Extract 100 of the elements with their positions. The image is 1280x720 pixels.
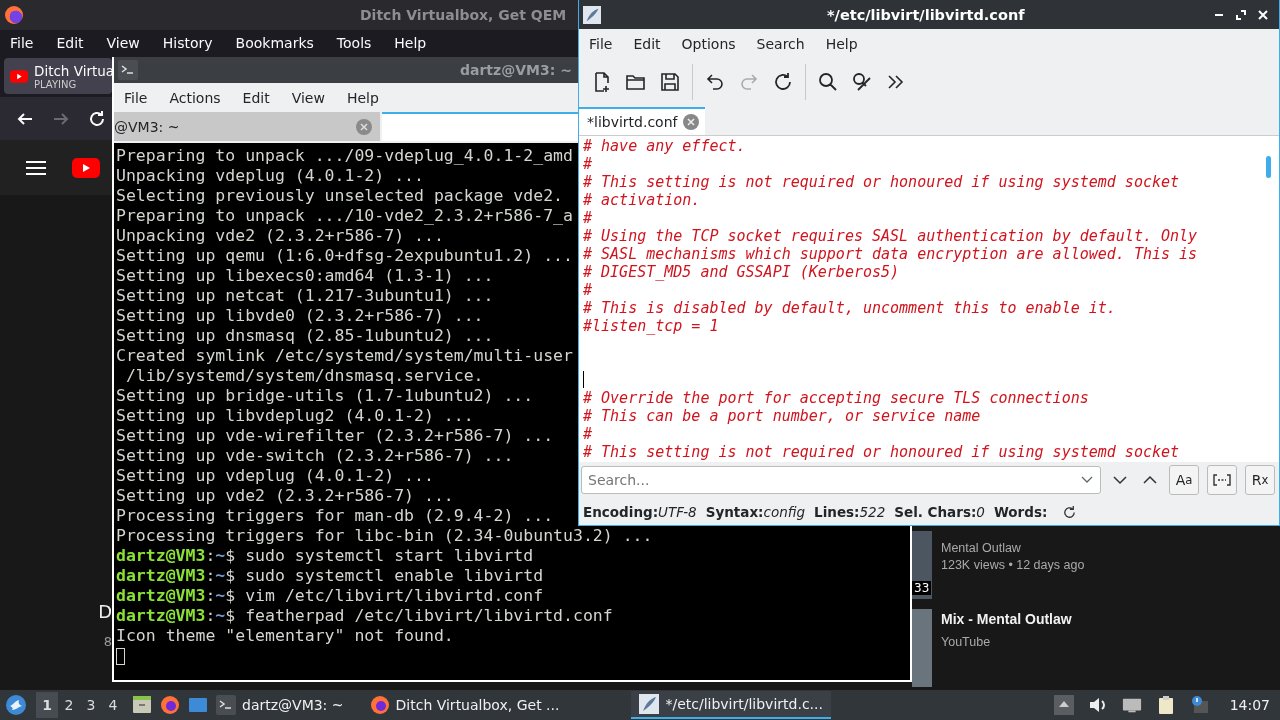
chevron-down-icon[interactable] xyxy=(1113,475,1127,485)
terminal-line: Created symlink /etc/systemd/system/multi-user xyxy=(116,346,573,366)
notification-icon[interactable] xyxy=(1189,695,1210,715)
terminal-line: Setting up netcat (1.217-3ubuntu1) ... xyxy=(116,286,494,306)
code-line: # This setting is not required or honoured if using systemd socket xyxy=(583,443,1181,461)
window-title: dartz@VM3: ~ xyxy=(460,62,572,78)
code-line: # Override the port for accepting secure TLS connections xyxy=(583,389,1090,407)
channel-name: Mental Outlaw xyxy=(941,541,1022,555)
menu-item[interactable]: File xyxy=(589,36,613,52)
terminal-line: Setting up libvde0 (2.3.2+r586-7) ... xyxy=(116,306,484,326)
menu-item[interactable]: History xyxy=(162,34,213,51)
terminal-line: Setting up libvdeplug2 (4.0.1-2) ... xyxy=(116,406,474,426)
code-line: # xyxy=(583,209,594,227)
brackets-icon xyxy=(1213,474,1231,486)
play-icon xyxy=(10,69,28,83)
menu-item[interactable]: Help xyxy=(825,36,858,52)
browser-logo-icon xyxy=(5,6,23,24)
document-tab[interactable]: *libvirtd.conf xyxy=(579,107,705,135)
taskbar-task[interactable]: dartz@VM3: ~ xyxy=(208,691,352,719)
play-logo-icon[interactable] xyxy=(72,157,100,178)
close-icon[interactable] xyxy=(1257,8,1269,21)
terminal-line: Unpacking vdeplug (4.0.1-2) ... xyxy=(116,166,424,186)
video-thumbnail[interactable] xyxy=(912,609,932,687)
clock[interactable]: 14:07 xyxy=(1229,697,1270,713)
code-line: # activation. xyxy=(583,191,702,209)
code-line: # xyxy=(583,425,594,443)
terminal-line: Selecting previously unselected package vde2. xyxy=(116,186,564,206)
status-item: Syntax:config xyxy=(705,504,806,520)
reload-icon[interactable] xyxy=(87,108,107,129)
taskbar-task[interactable]: Ditch Virtualbox, Get ... xyxy=(361,691,568,719)
terminal-line: Setting up vde-switch (2.3.2+r586-7) ... xyxy=(116,446,514,466)
menu-item[interactable]: Edit xyxy=(242,89,270,106)
chevron-up-icon[interactable] xyxy=(1143,475,1157,485)
fox-globe-icon[interactable] xyxy=(160,695,180,715)
duration-label: 33 xyxy=(912,581,932,595)
menu-item[interactable]: Tools xyxy=(336,34,372,51)
code-line: # xyxy=(583,155,594,173)
menu-item[interactable]: Search xyxy=(756,36,805,52)
menu-item[interactable]: View xyxy=(106,34,140,51)
search-field[interactable]: Search... xyxy=(581,466,1101,494)
browser-tab[interactable]: Ditch Virtua PLAYING xyxy=(4,58,112,94)
feather-icon xyxy=(639,694,660,714)
menu-item[interactable]: Actions xyxy=(169,89,221,106)
menu-item[interactable]: Options xyxy=(681,36,736,52)
text-cursor xyxy=(116,648,125,665)
terminal-command-line: dartz@VM3:~$ vim /etc/libvirt/libvirtd.conf xyxy=(116,586,544,606)
terminal-line: Setting up vde2 (2.3.2+r586-7) ... xyxy=(116,486,454,506)
bird-logo-icon[interactable] xyxy=(5,694,27,716)
feather-icon xyxy=(583,5,601,24)
menu-item[interactable]: View xyxy=(291,89,325,106)
status-item: Sel. Chars:0 xyxy=(894,504,985,520)
terminal-line: Setting up vdeplug (4.0.1-2) ... xyxy=(116,466,434,486)
video-thumbnail[interactable]: 33 xyxy=(912,531,932,599)
code-line: # SASL mechanisms which support data encryption are allowed. This is xyxy=(583,245,1199,263)
window-title: Ditch Virtualbox, Get QEM xyxy=(360,7,567,23)
code-line: # This is disabled by default, uncomment this to enable it. xyxy=(583,299,1117,317)
speaker-icon[interactable] xyxy=(1087,695,1108,715)
code-line: # This can be a port number, or service name xyxy=(583,407,982,425)
menu-item[interactable]: File xyxy=(10,34,34,51)
code-line: # DIGEST_MD5 and GSSAPI (Kerberos5) xyxy=(583,263,901,281)
menu-item[interactable]: Edit xyxy=(633,36,661,52)
workspace-button[interactable]: 3 xyxy=(80,692,102,718)
workspace-button[interactable]: 4 xyxy=(102,692,124,718)
code-line: # xyxy=(583,281,594,299)
terminal-line: Unpacking vde2 (2.3.2+r586-7) ... xyxy=(116,226,444,246)
code-line: # have any effect. xyxy=(583,137,747,155)
workspace-button[interactable]: 2 xyxy=(58,692,80,718)
terminal-tab[interactable]: @VM3: ~ xyxy=(114,112,380,141)
menu-item[interactable]: Help xyxy=(346,89,379,106)
menu-icon[interactable] xyxy=(26,159,46,176)
window-title: */etc/libvirt/libvirtd.conf xyxy=(827,6,1025,23)
terminal-line: /lib/systemd/system/dnsmasq.service. xyxy=(124,366,484,386)
whole-word-button[interactable] xyxy=(1207,465,1237,495)
file-cabinet-icon[interactable] xyxy=(132,695,152,715)
menu-item[interactable]: Bookmarks xyxy=(235,34,314,51)
code-line: #listen_tcp = 1 xyxy=(583,317,720,335)
terminal-line: Processing triggers for libc-bin (2.34-0ubuntu3.2) ... xyxy=(116,526,653,546)
code-line: # This setting is not required or honoured if using systemd socket xyxy=(583,173,1181,191)
terminal-icon xyxy=(118,60,138,80)
workspace-button[interactable]: 1 xyxy=(36,692,58,718)
terminal-command-line: dartz@VM3:~$ featherpad /etc/libvirt/libvirtd.conf xyxy=(116,606,613,626)
desktop-icon[interactable] xyxy=(188,695,208,715)
terminal-line: Icon theme "elementary" not found. xyxy=(116,626,454,646)
terminal-line: Setting up qemu (1:6.0+dfsg-2expubuntu1.2) ... xyxy=(116,246,573,266)
video-title[interactable]: Mix - Mental Outlaw xyxy=(941,611,1072,627)
terminal-line: Setting up vde-wirefilter (2.3.2+r586-7) ... xyxy=(116,426,554,446)
terminal-line: Preparing to unpack .../10-vde2_2.3.2+r586-7_a xyxy=(116,206,573,226)
status-item: Lines:522 xyxy=(814,504,886,520)
maximize-icon[interactable] xyxy=(1235,8,1247,21)
terminal-line: Preparing to unpack .../09-vdeplug_4.0.1-2_amd xyxy=(116,146,573,166)
refresh-icon[interactable] xyxy=(1062,504,1078,520)
menu-item[interactable]: File xyxy=(124,89,148,106)
terminal-line: Processing triggers for man-db (2.9.4-2) ... xyxy=(116,506,554,526)
taskbar-task[interactable]: */etc/libvirt/libvirtd.c... xyxy=(631,691,831,719)
menu-item[interactable]: Edit xyxy=(56,34,84,51)
text-fragment: D xyxy=(98,601,112,622)
terminal-line: Setting up bridge-utils (1.7-1ubuntu2) ... xyxy=(116,386,534,406)
video-meta: 123K views • 12 days ago xyxy=(941,558,1085,572)
menu-item[interactable]: Help xyxy=(394,34,427,51)
status-item: Encoding:UTF-8 xyxy=(583,504,697,520)
